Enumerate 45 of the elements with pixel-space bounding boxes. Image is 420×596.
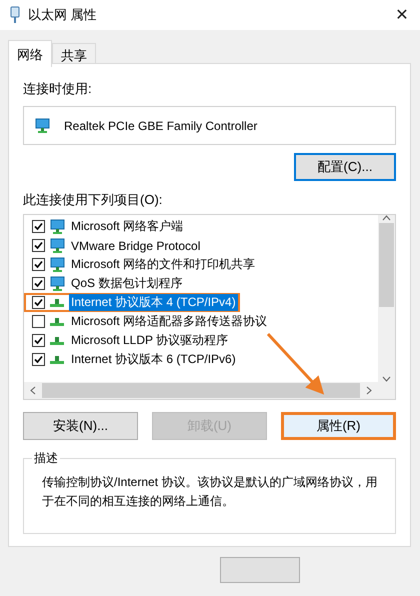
window-title: 以太网 属性 bbox=[28, 6, 98, 24]
list-item[interactable]: Microsoft 网络适配器多路传送器协议 bbox=[69, 313, 270, 330]
list-item[interactable]: Microsoft 网络客户端 bbox=[69, 218, 186, 235]
items-label: 此连接使用下列项目(O): bbox=[23, 191, 164, 209]
computer-icon bbox=[34, 118, 50, 134]
vertical-scrollbar[interactable] bbox=[378, 215, 395, 382]
ethernet-plug-icon bbox=[10, 6, 20, 24]
configure-button[interactable]: 配置(C)... bbox=[294, 153, 396, 181]
list-item[interactable]: Internet 协议版本 6 (TCP/IPv6) bbox=[69, 351, 238, 368]
list-item[interactable]: QoS 数据包计划程序 bbox=[69, 275, 184, 292]
network-icon bbox=[49, 276, 65, 292]
protocol-icon bbox=[49, 356, 65, 364]
scroll-right-icon[interactable] bbox=[364, 386, 374, 395]
checkbox[interactable] bbox=[32, 258, 45, 271]
protocol-icon bbox=[49, 318, 65, 326]
computer-icon bbox=[49, 218, 65, 234]
scroll-left-icon[interactable] bbox=[28, 386, 38, 395]
scroll-up-icon[interactable] bbox=[382, 215, 391, 221]
list-item[interactable]: Microsoft LLDP 协议驱动程序 bbox=[69, 332, 230, 349]
description-text: 传输控制协议/Internet 协议。该协议是默认的广域网络协议，用于在不同的相互连接的网络上通信。 bbox=[42, 474, 378, 510]
horizontal-scrollbar[interactable] bbox=[24, 382, 378, 399]
protocol-icon bbox=[49, 336, 65, 344]
tab[interactable]: 共享 bbox=[52, 43, 96, 63]
checkbox[interactable] bbox=[32, 220, 45, 233]
list-item[interactable]: VMware Bridge Protocol bbox=[69, 238, 202, 252]
checkbox[interactable] bbox=[32, 239, 45, 252]
checkbox[interactable] bbox=[32, 353, 45, 366]
list-item[interactable]: Microsoft 网络的文件和打印机共享 bbox=[69, 256, 258, 273]
checkbox[interactable] bbox=[32, 277, 45, 290]
checkbox[interactable] bbox=[32, 296, 45, 309]
action-button[interactable]: 属性(R) bbox=[281, 412, 396, 440]
network-icon bbox=[49, 238, 65, 254]
network-icon bbox=[49, 256, 65, 272]
checkbox[interactable] bbox=[32, 315, 45, 328]
adapter-name: Realtek PCIe GBE Family Controller bbox=[64, 118, 258, 132]
scroll-down-icon[interactable] bbox=[382, 376, 391, 382]
close-icon[interactable]: ✕ bbox=[392, 5, 412, 25]
annotation-arrow bbox=[266, 332, 324, 395]
action-button[interactable]: 安装(N)... bbox=[23, 412, 138, 440]
connect-using-label: 连接时使用: bbox=[23, 80, 93, 98]
checkbox[interactable] bbox=[32, 334, 45, 347]
list-item[interactable]: Internet 协议版本 4 (TCP/IPv4) bbox=[69, 294, 238, 311]
description-legend: 描述 bbox=[32, 450, 60, 467]
protocol-icon bbox=[49, 298, 65, 306]
tab[interactable]: 网络 bbox=[8, 40, 52, 67]
